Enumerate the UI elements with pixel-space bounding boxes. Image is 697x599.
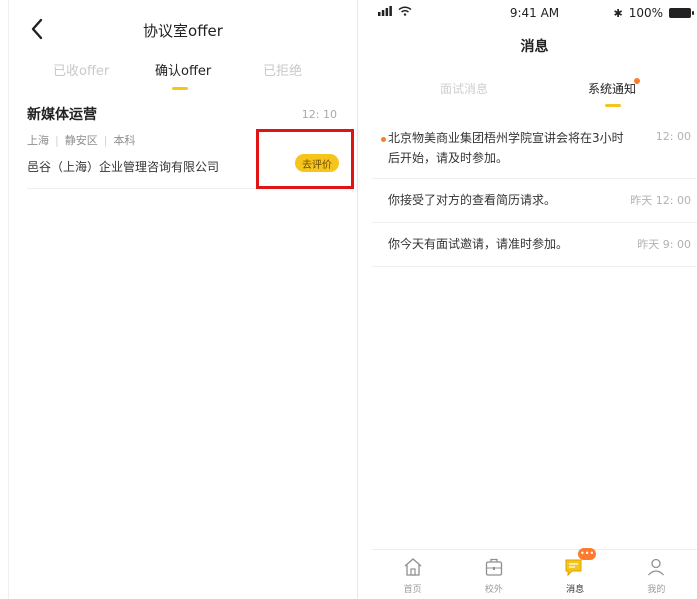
message-item[interactable]: 北京物美商业集团梧州学院宣讲会将在3小时后开始，请及时参加。 12: 00 (372, 118, 697, 179)
briefcase-icon (483, 556, 505, 578)
tabbar-label: 首页 (403, 585, 422, 595)
job-meta: 上海 | 静安区 | 本科 (27, 132, 135, 148)
offer-room-screen: 协议室offer 已收offer 确认offer 已拒绝 新媒体运营 12: 1… (8, 0, 358, 599)
tab-system-notice[interactable]: 系统通知 (588, 80, 636, 97)
message-text: 你接受了对方的查看简历请求。 (388, 193, 557, 207)
battery-icon (669, 8, 694, 18)
message-time: 昨天 9: 00 (637, 238, 691, 251)
tabbar-me[interactable]: 我的 (624, 556, 688, 595)
offer-time: 12: 10 (301, 108, 337, 121)
message-item[interactable]: 你今天有面试邀请，请准时参加。 昨天 9: 00 (372, 223, 697, 267)
job-city: 上海 (27, 134, 49, 147)
bluetooth-icon: ✱ (613, 6, 623, 20)
user-icon (645, 556, 667, 578)
tab-received-offer[interactable]: 已收offer (53, 60, 109, 79)
meta-divider: | (55, 133, 59, 147)
tab-interview-messages[interactable]: 面试消息 (440, 80, 488, 97)
job-title: 新媒体运营 (27, 107, 97, 123)
status-bar: 9:41 AM ✱ 100% (372, 6, 697, 26)
tabbar-label: 我的 (647, 585, 666, 595)
message-badge: ••• (578, 548, 597, 560)
message-list: 北京物美商业集团梧州学院宣讲会将在3小时后开始，请及时参加。 12: 00 你接… (372, 118, 697, 267)
tabbar-label: 消息 (566, 585, 585, 595)
unread-dot (634, 78, 640, 84)
battery-percent: 100% (628, 6, 663, 20)
tabbar-offcampus[interactable]: 校外 (462, 556, 526, 595)
status-right: ✱ 100% (613, 6, 694, 20)
screenshot-canvas: 协议室offer 已收offer 确认offer 已拒绝 新媒体运营 12: 1… (0, 0, 697, 599)
tab-confirm-offer[interactable]: 确认offer (155, 60, 211, 79)
highlight-annotation (256, 129, 354, 189)
page-title: 协议室offer (143, 22, 223, 40)
tabbar-messages[interactable]: ••• 消息 (543, 548, 607, 595)
message-time: 昨天 12: 00 (630, 194, 691, 207)
nav-bar: 协议室offer (9, 12, 357, 48)
message-text: 北京物美商业集团梧州学院宣讲会将在3小时后开始，请及时参加。 (388, 131, 624, 165)
tabbar-label: 校外 (484, 585, 503, 595)
company-name: 邑谷（上海）企业管理咨询有限公司 (27, 160, 220, 174)
bottom-tab-bar: 首页 校外 ••• 消息 我的 (372, 548, 697, 599)
job-education: 本科 (113, 134, 136, 147)
job-district: 静安区 (64, 134, 98, 147)
active-tab-indicator (605, 104, 621, 107)
home-icon (402, 556, 424, 578)
meta-divider: | (103, 133, 108, 147)
message-time: 12: 00 (655, 130, 691, 143)
chat-icon: ••• (564, 548, 597, 578)
unread-dot (381, 137, 386, 142)
message-text: 你今天有面试邀请，请准时参加。 (388, 237, 569, 251)
page-title: 消息 (520, 39, 549, 55)
tabbar-home[interactable]: 首页 (381, 556, 445, 595)
message-item[interactable]: 你接受了对方的查看简历请求。 昨天 12: 00 (372, 179, 697, 223)
active-tab-indicator (172, 87, 188, 90)
message-tabs: 面试消息 系统通知 (372, 78, 697, 110)
offer-tabs: 已收offer 确认offer 已拒绝 (9, 60, 357, 94)
tab-rejected[interactable]: 已拒绝 (263, 60, 302, 79)
messages-screen: 9:41 AM ✱ 100% 消息 面试消息 系统通知 北京物美商业集团梧州学院… (372, 0, 697, 599)
